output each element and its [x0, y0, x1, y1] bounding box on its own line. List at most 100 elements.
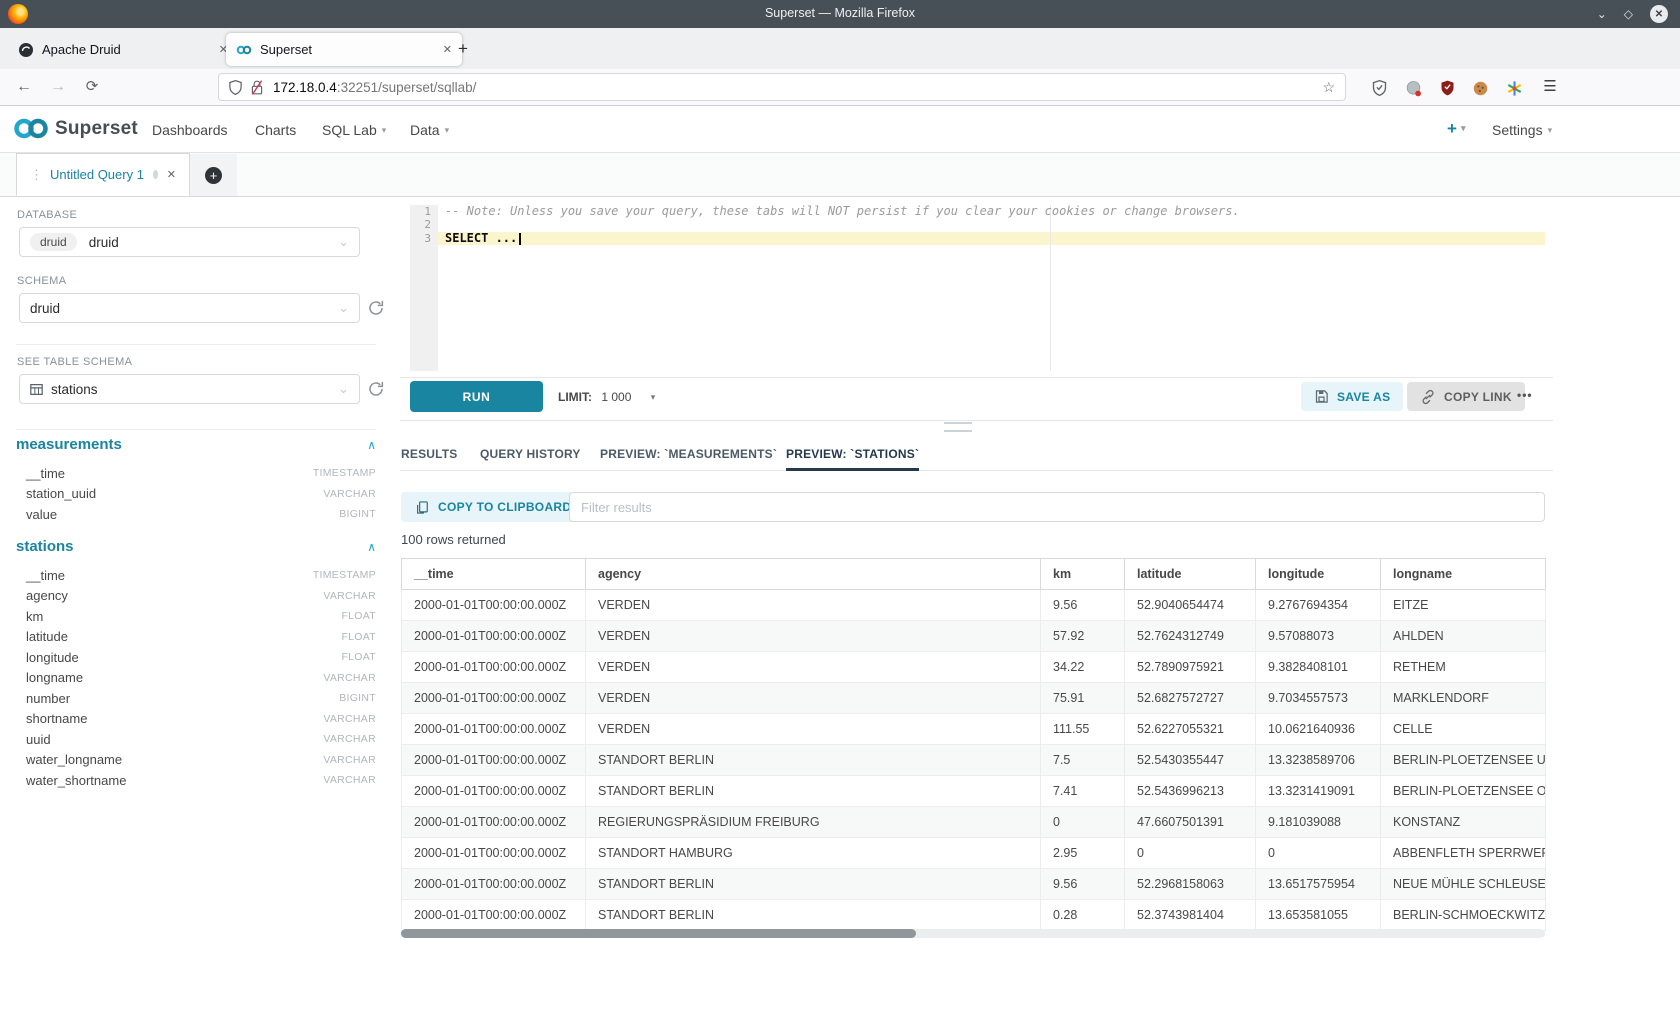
limit-dropdown[interactable]: LIMIT: 1 000 ▾ [558, 390, 655, 404]
save-icon [1314, 389, 1329, 404]
save-as-button[interactable]: SAVE AS [1301, 382, 1403, 411]
table-section-stations[interactable]: stations ∧ [16, 538, 376, 555]
nav-item-data[interactable]: Data▾ [410, 122, 449, 138]
back-icon[interactable]: ← [12, 69, 36, 105]
tab-query-history[interactable]: QUERY HISTORY [480, 434, 581, 471]
tab-preview-stations[interactable]: PREVIEW: `STATIONS` [786, 434, 919, 471]
query-tab-untitled[interactable]: ⋮ Untitled Query 1 ✕ [16, 153, 190, 196]
cell-longname: MARKLENDORF [1381, 683, 1546, 714]
sql-editor[interactable]: 1 2 3 -- Note: Unless you save your quer… [410, 205, 1545, 371]
tab-results[interactable]: RESULTS [401, 434, 458, 471]
drag-dots-icon[interactable]: ⋮ [30, 167, 41, 183]
limit-label: LIMIT: [558, 390, 592, 404]
more-options-button[interactable]: ••• [1517, 388, 1533, 402]
cell-latitude: 52.5436996213 [1125, 776, 1256, 807]
add-query-tab[interactable]: + [190, 154, 237, 196]
cell-longname: BERLIN-PLOETZENSEE UP [1381, 745, 1546, 776]
nav-item-dashboards[interactable]: Dashboards [152, 122, 228, 138]
window-titlebar: Superset — Mozilla Firefox ⌄ ◇ ✕ [0, 0, 1680, 28]
superset-infinity-icon [12, 117, 50, 140]
cell-time: 2000-01-01T00:00:00.000Z [402, 807, 586, 838]
cell-agency: REGIERUNGSPRÄSIDIUM FREIBURG [586, 807, 1041, 838]
extension-sparkle-icon[interactable] [1505, 79, 1523, 97]
navbar-settings-menu[interactable]: Settings▾ [1492, 122, 1552, 138]
column-type: BIGINT [339, 692, 376, 704]
extension-cookie-icon[interactable] [1471, 79, 1489, 97]
brand-name: Superset [55, 118, 138, 140]
filter-results-input[interactable] [569, 492, 1545, 522]
browser-tab-apache-druid[interactable]: Apache Druid ✕ [8, 33, 238, 66]
link-icon [1420, 389, 1436, 405]
pane-drag-handle[interactable] [944, 422, 972, 432]
url-host: 172.18.0.4 [273, 80, 337, 95]
collapse-chevron-icon[interactable]: ∧ [367, 438, 376, 452]
collapse-chevron-icon[interactable]: ∧ [367, 540, 376, 554]
tab-close-icon[interactable]: ✕ [433, 43, 452, 56]
tab-preview-measurements[interactable]: PREVIEW: `MEASUREMENTS` [600, 434, 777, 471]
cell-time: 2000-01-01T00:00:00.000Z [402, 838, 586, 869]
window-minimize-icon[interactable]: ⌄ [1597, 7, 1607, 21]
table-refresh-icon[interactable] [367, 380, 385, 398]
cell-latitude: 52.6227055321 [1125, 714, 1256, 745]
copy-link-button[interactable]: COPY LINK [1407, 382, 1525, 411]
superset-logo[interactable]: Superset [12, 117, 138, 140]
schema-refresh-icon[interactable] [367, 299, 385, 317]
run-button[interactable]: RUN [410, 381, 543, 412]
table-schema-label: SEE TABLE SCHEMA [17, 356, 132, 368]
stations-columns: __time TIMESTAMP agency VARCHAR km FLOAT… [16, 565, 376, 791]
header-agency[interactable]: agency [586, 559, 1041, 590]
database-select[interactable]: druid druid ⌄ [19, 227, 360, 257]
query-state-dot [153, 170, 158, 179]
database-value: druid [89, 235, 119, 250]
extension-ublock-icon[interactable] [1438, 79, 1456, 97]
pane-divider [400, 420, 1553, 421]
line-number: 3 [410, 232, 438, 245]
copy-to-clipboard-button[interactable]: COPY TO CLIPBOARD [401, 492, 585, 522]
cell-km: 34.22 [1041, 652, 1125, 683]
navbar-add-button[interactable]: +▾ [1447, 119, 1465, 139]
insecure-lock-icon[interactable] [251, 80, 263, 95]
hamburger-menu-icon[interactable]: ☰ [1538, 69, 1562, 105]
bookmark-star-icon[interactable]: ☆ [1322, 79, 1335, 96]
cell-time: 2000-01-01T00:00:00.000Z [402, 745, 586, 776]
column-row: latitude FLOAT [16, 627, 376, 648]
cell-latitude: 52.2968158063 [1125, 869, 1256, 900]
column-row: __time TIMESTAMP [16, 565, 376, 586]
new-tab-button[interactable]: + [458, 39, 468, 59]
cell-km: 75.91 [1041, 683, 1125, 714]
table-row: 2000-01-01T00:00:00.000Z STANDORT BERLIN… [402, 869, 1546, 900]
url-bar[interactable]: 172.18.0.4:32251/superset/sqllab/ ☆ [218, 73, 1346, 101]
browser-tab-superset[interactable]: Superset ✕ [226, 33, 462, 66]
nav-item-charts[interactable]: Charts [255, 122, 296, 138]
cell-agency: VERDEN [586, 590, 1041, 621]
header-km[interactable]: km [1041, 559, 1125, 590]
horizontal-scrollbar-track[interactable] [401, 929, 1545, 938]
cell-longitude: 9.181039088 [1256, 807, 1381, 838]
table-row: 2000-01-01T00:00:00.000Z STANDORT HAMBUR… [402, 838, 1546, 869]
reload-icon[interactable]: ⟳ [80, 69, 104, 105]
header-time[interactable]: __time [402, 559, 586, 590]
cell-agency: STANDORT BERLIN [586, 900, 1041, 931]
tracking-shield-icon[interactable] [229, 80, 242, 95]
table-grid-icon [30, 383, 43, 396]
extension-shield-icon[interactable] [1370, 79, 1388, 97]
url-path: :32251/superset/sqllab/ [337, 80, 477, 95]
column-row: agency VARCHAR [16, 586, 376, 607]
window-maximize-icon[interactable]: ◇ [1624, 7, 1633, 21]
limit-value: 1 000 [601, 390, 631, 404]
header-longname[interactable]: longname [1381, 559, 1546, 590]
table-section-measurements[interactable]: measurements ∧ [16, 436, 376, 453]
header-latitude[interactable]: latitude [1125, 559, 1256, 590]
horizontal-scrollbar-thumb[interactable] [401, 929, 916, 938]
header-longitude[interactable]: longitude [1256, 559, 1381, 590]
extension-mask-icon[interactable] [1404, 79, 1422, 97]
druid-favicon-icon [18, 42, 34, 58]
column-name: longitude [16, 650, 79, 665]
nav-item-sql-lab[interactable]: SQL Lab▾ [322, 122, 386, 138]
schema-select[interactable]: druid ⌄ [19, 293, 360, 323]
table-select[interactable]: stations ⌄ [19, 374, 360, 404]
table-header-row: __time agency km latitude longitude long… [402, 559, 1546, 590]
query-tab-close-icon[interactable]: ✕ [167, 168, 176, 181]
window-close-icon[interactable]: ✕ [1650, 5, 1668, 23]
cell-time: 2000-01-01T00:00:00.000Z [402, 869, 586, 900]
